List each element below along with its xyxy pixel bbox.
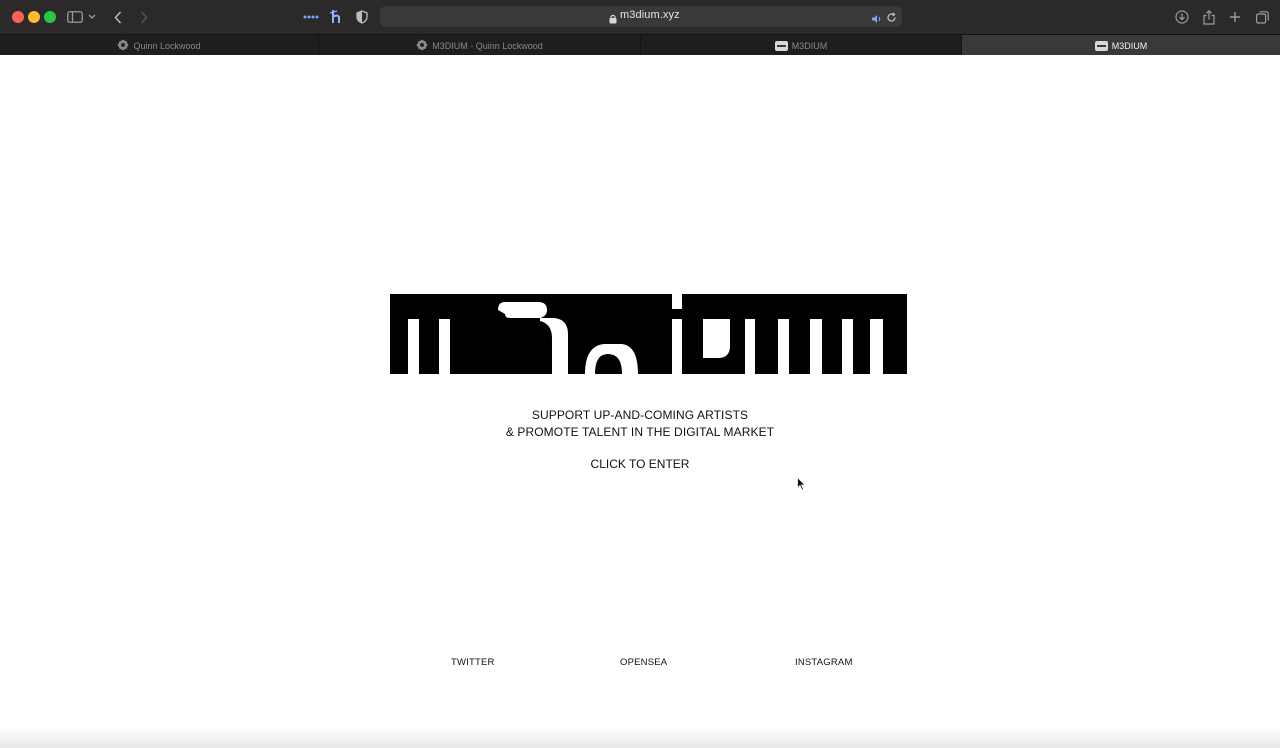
honey-extension-icon[interactable]	[329, 7, 343, 27]
address-bar[interactable]: m3dium.xyz	[380, 6, 902, 27]
close-window-button[interactable]	[12, 11, 24, 23]
tab-m3dium-active[interactable]: M3DIUM	[962, 35, 1280, 56]
tab-bar: Quinn Lockwood M3DIUM - Quinn Lockwood M…	[0, 34, 1280, 56]
tab-quinn-lockwood[interactable]: Quinn Lockwood	[0, 35, 319, 56]
opensea-link[interactable]: OPENSEA	[620, 657, 667, 668]
m3dium-favicon-icon	[1094, 40, 1108, 51]
tab-m3dium-quinn-lockwood[interactable]: M3DIUM - Quinn Lockwood	[319, 35, 641, 56]
forward-icon[interactable]	[140, 7, 148, 27]
mouse-pointer-icon	[797, 476, 806, 496]
browser-titlebar: m3dium.xyz	[0, 0, 1280, 34]
tagline-line-1: SUPPORT UP-AND-COMING ARTISTS	[531, 408, 749, 422]
minimize-window-button[interactable]	[28, 11, 40, 23]
flower-favicon-icon	[416, 39, 428, 53]
tab-overview-icon[interactable]	[1256, 7, 1269, 27]
audio-playing-icon[interactable]	[871, 11, 882, 29]
url-text: m3dium.xyz	[620, 9, 680, 21]
tab-label: M3DIUM - Quinn Lockwood	[432, 40, 543, 51]
tagline: SUPPORT UP-AND-COMING ARTISTS & PROMOTE …	[0, 407, 1280, 441]
privacy-shield-icon[interactable]	[356, 7, 368, 27]
tab-label: M3DIUM	[791, 40, 828, 51]
chevron-down-icon[interactable]	[88, 7, 96, 27]
downloads-icon[interactable]	[1175, 7, 1189, 27]
zoom-window-button[interactable]	[44, 11, 56, 23]
twitter-link[interactable]: TWITTER	[451, 657, 495, 668]
back-icon[interactable]	[114, 7, 122, 27]
tab-m3dium[interactable]: M3DIUM	[641, 35, 962, 56]
tab-label: M3DIUM	[1111, 40, 1148, 51]
tab-label: Quinn Lockwood	[133, 40, 201, 51]
flower-favicon-icon	[117, 39, 129, 53]
tagline-line-2: & PROMOTE TALENT IN THE DIGITAL MARKET	[505, 425, 775, 439]
new-tab-icon[interactable]	[1229, 7, 1241, 27]
instagram-link[interactable]: INSTAGRAM	[795, 657, 853, 668]
sidebar-toggle-icon[interactable]	[67, 7, 83, 27]
bottom-fade	[0, 727, 1280, 748]
page-content: m3dium SUPPORT UP-AND-COMING ARTISTS & P…	[0, 55, 1280, 748]
m3dium-logo: m3dium	[390, 294, 907, 374]
extension-dots-icon[interactable]	[303, 7, 319, 27]
share-icon[interactable]	[1203, 7, 1215, 27]
lock-icon	[609, 11, 617, 29]
reload-icon[interactable]	[886, 10, 897, 28]
m3dium-favicon-icon	[774, 40, 788, 51]
click-to-enter-link[interactable]: CLICK TO ENTER	[0, 457, 1280, 471]
